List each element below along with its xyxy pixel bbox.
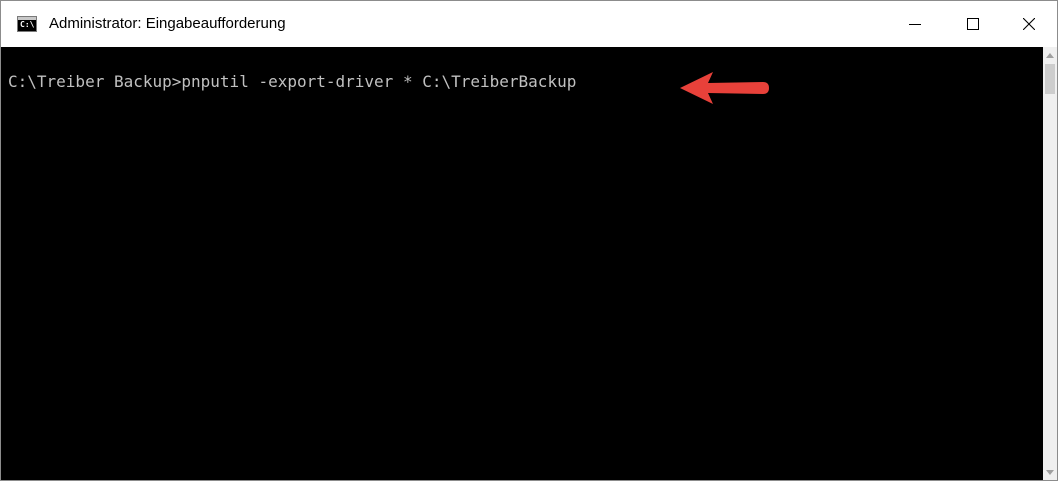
vertical-scrollbar[interactable] — [1043, 47, 1057, 480]
minimize-icon — [909, 24, 921, 25]
red-arrow-left-icon — [680, 72, 769, 104]
close-icon — [1023, 18, 1035, 30]
close-button[interactable] — [1000, 1, 1057, 47]
cmd-icon[interactable]: C:\ — [17, 16, 37, 32]
window-title: Administrator: Eingabeaufforderung — [49, 15, 286, 32]
scroll-down-icon — [1046, 470, 1054, 475]
cmd-window: C:\ Administrator: Eingabeaufforderung C… — [0, 0, 1058, 481]
scroll-up-button[interactable] — [1043, 47, 1057, 64]
minimize-button[interactable] — [886, 1, 944, 47]
title-bar[interactable]: C:\ Administrator: Eingabeaufforderung — [1, 1, 1057, 47]
scroll-down-button[interactable] — [1043, 464, 1057, 480]
console-area[interactable]: C:\Treiber Backup>pnputil -export-driver… — [1, 47, 1043, 480]
scroll-up-icon — [1046, 53, 1054, 58]
cmd-icon-label: C:\ — [20, 20, 35, 29]
maximize-icon — [967, 18, 979, 30]
scroll-thumb[interactable] — [1045, 64, 1055, 94]
console-command-line: C:\Treiber Backup>pnputil -export-driver… — [8, 72, 577, 91]
maximize-button[interactable] — [944, 1, 1002, 47]
